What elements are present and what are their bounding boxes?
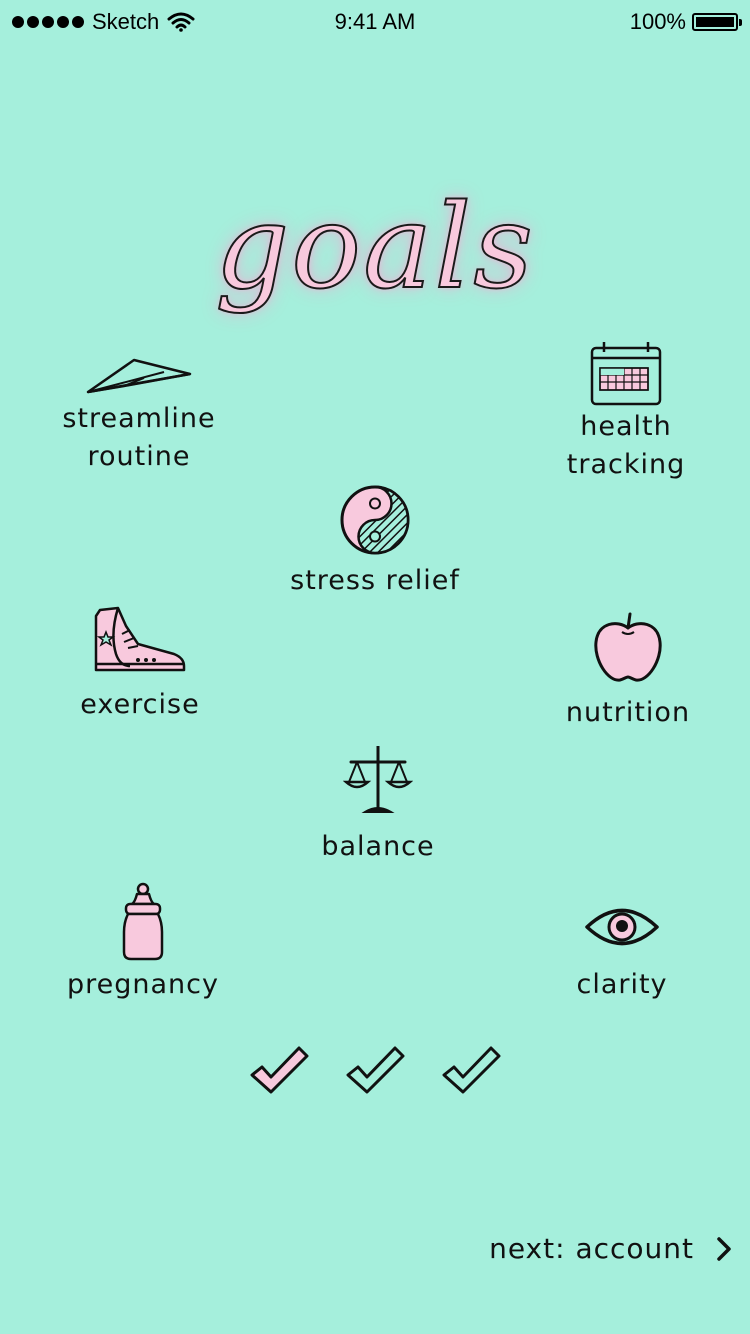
status-bar: Sketch 9:41 AM 100% [0, 0, 750, 44]
goal-stress-relief[interactable]: stress relief [275, 482, 475, 600]
chevron-right-icon [717, 1236, 731, 1261]
progress-indicator [0, 1045, 750, 1095]
goal-label: streamline routine [62, 403, 216, 472]
goal-label: health tracking [566, 411, 686, 480]
battery-icon [692, 13, 742, 31]
next-label: next: account [489, 1232, 694, 1265]
next-account-button[interactable]: next: account [489, 1232, 732, 1265]
page-title: goals [214, 179, 535, 316]
sneaker-icon [94, 606, 186, 672]
status-right: 100% [629, 9, 742, 35]
goal-clarity[interactable]: clarity [552, 902, 692, 1004]
check-empty-icon [346, 1046, 405, 1094]
goal-streamline-routine[interactable]: streamline routine [44, 354, 234, 476]
goal-balance[interactable]: balance [298, 742, 458, 866]
paper-plane-icon [86, 358, 192, 394]
check-empty-icon [442, 1046, 501, 1094]
goal-health-tracking[interactable]: health tracking [534, 340, 718, 484]
calendar-icon [590, 342, 662, 406]
goal-label: exercise [80, 689, 200, 720]
battery-percent: 100% [629, 9, 686, 34]
baby-bottle-icon [122, 882, 164, 961]
goal-exercise[interactable]: exercise [60, 604, 220, 724]
apple-icon [594, 612, 662, 682]
scale-icon [343, 746, 413, 813]
goal-nutrition[interactable]: nutrition [548, 610, 708, 732]
goal-pregnancy[interactable]: pregnancy [56, 882, 230, 1004]
goal-label: balance [321, 831, 435, 862]
check-filled-icon [250, 1046, 309, 1094]
yin-yang-icon [340, 485, 410, 555]
goal-label: nutrition [565, 697, 691, 728]
goal-label: pregnancy [67, 969, 219, 1000]
goal-label: stress relief [290, 565, 460, 596]
goal-label: clarity [576, 969, 668, 1000]
eye-icon [585, 908, 659, 946]
